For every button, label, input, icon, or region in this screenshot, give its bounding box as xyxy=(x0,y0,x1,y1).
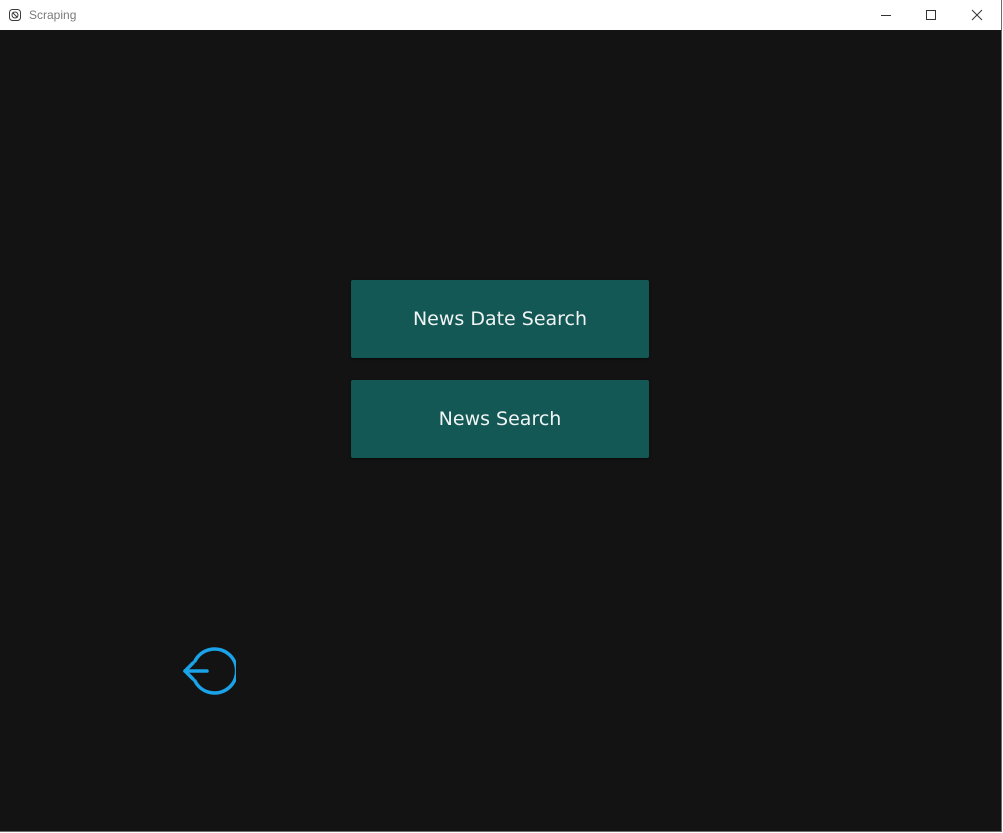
maximize-button[interactable] xyxy=(908,0,954,30)
title-bar[interactable]: Scraping xyxy=(0,0,1001,30)
close-icon xyxy=(971,9,983,21)
exit-button[interactable] xyxy=(182,645,236,697)
app-window: Scraping News Date Search News Search xyxy=(0,0,1002,832)
main-content: News Date Search News Search xyxy=(0,30,1001,831)
logout-arrow-icon xyxy=(183,647,236,695)
app-icon xyxy=(9,8,21,21)
close-button[interactable] xyxy=(954,0,1000,30)
window-title: Scraping xyxy=(29,8,77,22)
minimize-button[interactable] xyxy=(863,0,909,30)
news-search-button[interactable]: News Search xyxy=(351,380,649,458)
maximize-icon xyxy=(926,10,936,20)
minimize-icon xyxy=(881,15,891,16)
news-date-search-button[interactable]: News Date Search xyxy=(351,280,649,358)
